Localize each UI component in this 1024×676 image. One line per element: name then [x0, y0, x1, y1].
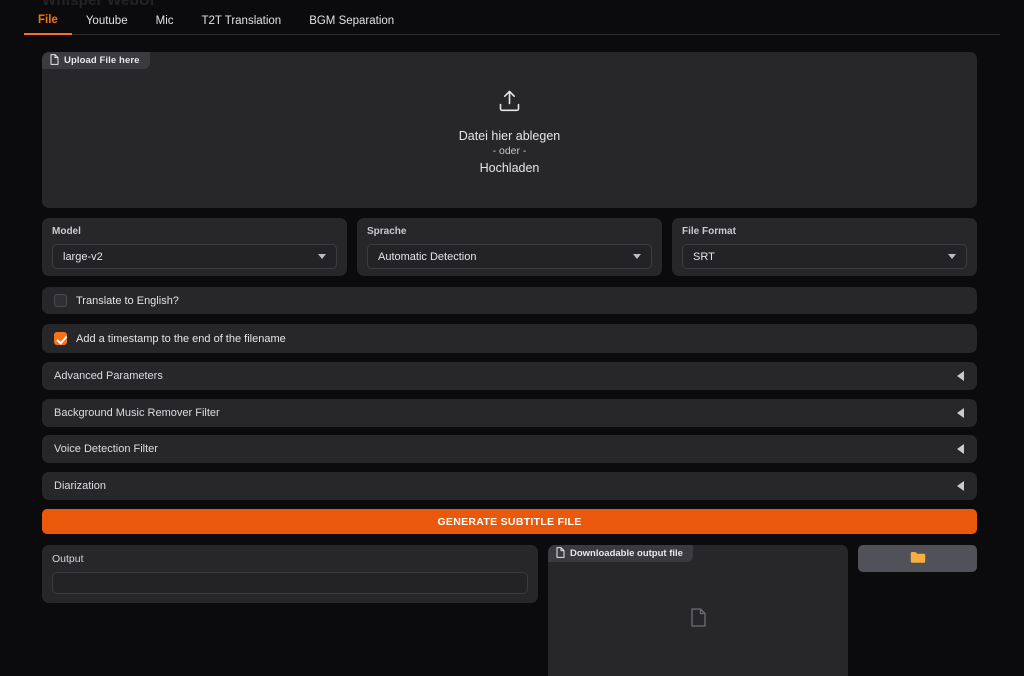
checkbox-row-add-timestamp[interactable]: Add a timestamp to the end of the filena… [42, 324, 977, 353]
add-timestamp-label: Add a timestamp to the end of the filena… [76, 332, 286, 345]
chevron-down-icon [318, 254, 326, 259]
downloadable-output-file-panel[interactable]: Downloadable output file [548, 545, 848, 676]
caret-left-icon [957, 444, 964, 454]
output-label: Output [52, 553, 84, 565]
settings-dropdown-row: Model large-v2 Sprache Automatic Detecti… [42, 218, 977, 276]
language-label: Sprache [367, 226, 407, 237]
caret-left-icon [957, 408, 964, 418]
download-chip-label: Downloadable output file [548, 545, 693, 562]
checkbox-row-translate-to-english[interactable]: Translate to English? [42, 287, 977, 314]
generate-subtitle-file-button[interactable]: GENERATE SUBTITLE FILE [42, 509, 977, 534]
upload-chip-label: Upload File here [42, 52, 150, 69]
dropzone-primary-text: Datei hier ablegen [458, 129, 561, 143]
tab-youtube[interactable]: Youtube [72, 15, 142, 34]
accordion-voice-detection-filter[interactable]: Voice Detection Filter [42, 435, 977, 463]
file-format-select[interactable]: SRT [682, 244, 967, 269]
download-placeholder [548, 608, 848, 630]
accordion-advanced-parameters-label: Advanced Parameters [54, 370, 163, 382]
file-format-dropdown-group: File Format SRT [672, 218, 977, 276]
add-timestamp-checkbox[interactable] [54, 332, 67, 345]
file-upload-dropzone[interactable]: Upload File here Datei hier ablegen - od… [42, 52, 977, 208]
output-textarea[interactable] [52, 572, 528, 594]
model-dropdown-group: Model large-v2 [42, 218, 347, 276]
language-value: Automatic Detection [378, 250, 477, 263]
file-icon [690, 608, 706, 630]
file-icon [50, 53, 59, 68]
open-folder-button[interactable] [858, 545, 977, 572]
chevron-down-icon [633, 254, 641, 259]
model-select[interactable]: large-v2 [52, 244, 337, 269]
tab-file[interactable]: File [24, 14, 72, 35]
file-format-value: SRT [693, 250, 715, 263]
file-format-label: File Format [682, 226, 736, 237]
accordion-diarization[interactable]: Diarization [42, 472, 977, 500]
download-chip-text: Downloadable output file [570, 548, 683, 559]
tab-t2t-translation[interactable]: T2T Translation [188, 15, 296, 34]
page-title: Whisper WebUI [42, 0, 155, 9]
translate-to-english-label: Translate to English? [76, 294, 179, 307]
output-textbox-group: Output [42, 545, 538, 603]
accordion-voice-detection-filter-label: Voice Detection Filter [54, 443, 158, 455]
translate-to-english-checkbox[interactable] [54, 294, 67, 307]
accordion-advanced-parameters[interactable]: Advanced Parameters [42, 362, 977, 390]
caret-left-icon [957, 481, 964, 491]
accordion-background-music-remover-filter-label: Background Music Remover Filter [54, 407, 220, 419]
model-value: large-v2 [63, 250, 103, 263]
file-icon [556, 546, 565, 561]
tab-bar: File Youtube Mic T2T Translation BGM Sep… [24, 13, 1000, 35]
accordion-background-music-remover-filter[interactable]: Background Music Remover Filter [42, 399, 977, 427]
upload-chip-text: Upload File here [64, 55, 140, 66]
dropzone-content: Datei hier ablegen - oder - Hochladen [42, 90, 977, 177]
accordion-diarization-label: Diarization [54, 480, 106, 492]
caret-left-icon [957, 371, 964, 381]
model-label: Model [52, 226, 81, 237]
chevron-down-icon [948, 254, 956, 259]
tab-mic[interactable]: Mic [142, 15, 188, 34]
language-dropdown-group: Sprache Automatic Detection [357, 218, 662, 276]
folder-icon [910, 551, 926, 567]
upload-icon [498, 90, 521, 115]
tab-bgm-separation[interactable]: BGM Separation [295, 15, 408, 34]
language-select[interactable]: Automatic Detection [367, 244, 652, 269]
dropzone-upload-link[interactable]: Hochladen [480, 159, 540, 177]
dropzone-separator-text: - oder - [492, 145, 527, 157]
